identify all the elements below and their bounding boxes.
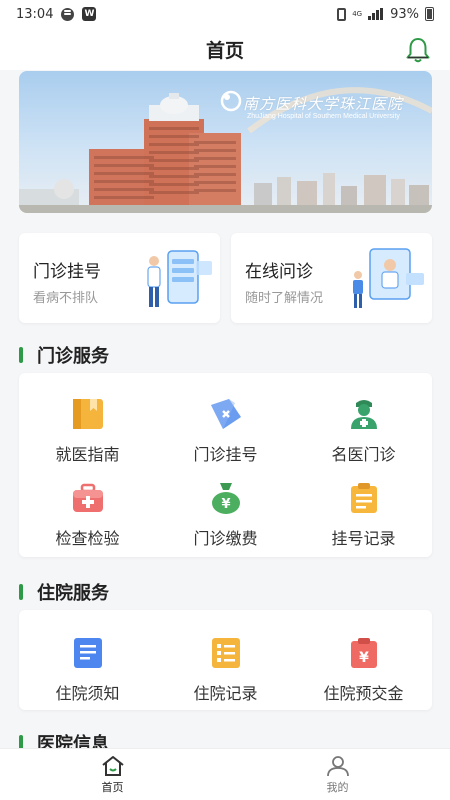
bottom-tab-bar: 首页 我的 bbox=[0, 748, 450, 800]
inpatient-section-header: 住院服务 bbox=[19, 579, 109, 605]
section-title: 医院信息 bbox=[37, 734, 109, 748]
service-payment[interactable]: ¥ 门诊缴费 bbox=[157, 479, 294, 549]
battery-percent: 93% bbox=[390, 6, 419, 22]
quick-entry-registration[interactable]: 门诊挂号 看病不排队 bbox=[19, 233, 220, 323]
service-label: 住院预交金 bbox=[323, 684, 404, 703]
outpatient-services-card: 就医指南 门诊挂号 名医门诊 检查检验 ¥ 门诊缴费 挂号记录 bbox=[19, 373, 432, 557]
notification-bell-icon[interactable] bbox=[404, 36, 432, 64]
hospital-english-name: ZhuJiang Hospital of Southern Medical Un… bbox=[247, 113, 400, 120]
guide-book-icon bbox=[72, 399, 103, 429]
quick-entry-subtitle: 看病不排队 bbox=[33, 291, 99, 306]
service-label: 挂号记录 bbox=[331, 529, 396, 548]
profile-icon bbox=[326, 756, 349, 777]
clipboard-icon bbox=[350, 483, 377, 513]
service-label: 就医指南 bbox=[55, 445, 120, 464]
status-time: 13:04 bbox=[16, 6, 54, 22]
chat-notification-icon bbox=[61, 7, 75, 21]
page-title: 首页 bbox=[205, 39, 244, 62]
svg-text:¥: ¥ bbox=[221, 497, 230, 512]
tab-profile[interactable]: 我的 bbox=[225, 749, 450, 800]
service-registration[interactable]: 门诊挂号 bbox=[157, 395, 294, 465]
service-guide[interactable]: 就医指南 bbox=[19, 395, 156, 465]
battery-icon bbox=[425, 7, 434, 21]
quick-entry-title: 门诊挂号 bbox=[33, 262, 101, 282]
service-label: 门诊缴费 bbox=[193, 529, 258, 548]
quick-entry-title: 在线问诊 bbox=[245, 262, 313, 282]
section-accent-bar bbox=[19, 584, 23, 600]
money-bag-icon: ¥ bbox=[211, 483, 240, 514]
hospital-info-section-header: 医院信息 bbox=[19, 730, 109, 748]
signal-icon bbox=[368, 8, 384, 20]
hospital-banner[interactable]: 南方医科大学珠江医院 ZhuJiang Hospital of Southern… bbox=[19, 71, 432, 213]
home-icon bbox=[101, 756, 124, 776]
phone-registration-illustration bbox=[147, 250, 212, 307]
section-title: 门诊服务 bbox=[37, 346, 109, 367]
service-examination[interactable]: 检查检验 bbox=[19, 479, 156, 549]
status-bar: 13:04 W 4G 93% bbox=[0, 0, 450, 28]
tab-label: 我的 bbox=[326, 781, 349, 794]
outpatient-section-header: 门诊服务 bbox=[19, 342, 109, 368]
section-accent-bar bbox=[19, 735, 23, 748]
hospital-name-logo: 南方医科大学珠江医院 bbox=[243, 95, 404, 113]
app-notification-icon: W bbox=[82, 7, 97, 21]
inpatient-services-card: 住院须知 住院记录 ¥ 住院预交金 bbox=[19, 610, 432, 710]
vibrate-icon bbox=[337, 7, 347, 21]
tab-home[interactable]: 首页 bbox=[0, 749, 225, 800]
service-inpatient-record[interactable]: 住院记录 bbox=[157, 634, 294, 704]
service-registration-record[interactable]: 挂号记录 bbox=[295, 479, 432, 549]
tab-label: 首页 bbox=[101, 781, 124, 794]
home-content[interactable]: 南方医科大学珠江医院 ZhuJiang Hospital of Southern… bbox=[0, 70, 450, 748]
network-type: 4G bbox=[352, 9, 363, 18]
medical-kit-icon bbox=[72, 483, 103, 512]
online-consult-illustration bbox=[353, 248, 424, 308]
quick-entry-online-consult[interactable]: 在线问诊 随时了解情况 bbox=[231, 233, 432, 323]
service-famous-doctor[interactable]: 名医门诊 bbox=[295, 395, 432, 465]
service-inpatient-deposit[interactable]: ¥ 住院预交金 bbox=[295, 634, 432, 704]
service-label: 住院须知 bbox=[55, 684, 120, 703]
doctor-icon bbox=[350, 400, 377, 429]
notice-doc-icon bbox=[73, 638, 102, 668]
service-label: 住院记录 bbox=[193, 684, 258, 703]
quick-entry-subtitle: 随时了解情况 bbox=[245, 291, 324, 306]
ticket-tag-icon bbox=[210, 399, 241, 429]
deposit-clipboard-icon: ¥ bbox=[350, 638, 377, 668]
section-title: 住院服务 bbox=[37, 583, 109, 604]
record-list-icon bbox=[211, 638, 240, 668]
service-label: 门诊挂号 bbox=[193, 445, 258, 464]
service-admission-notice[interactable]: 住院须知 bbox=[19, 634, 156, 704]
section-accent-bar bbox=[19, 347, 23, 363]
quick-entry-row: 门诊挂号 看病不排队 在线问诊 随时了解情况 bbox=[19, 233, 432, 323]
svg-text:¥: ¥ bbox=[359, 650, 369, 666]
service-label: 名医门诊 bbox=[331, 445, 396, 464]
service-label: 检查检验 bbox=[55, 529, 120, 548]
top-header: 首页 bbox=[0, 28, 450, 70]
